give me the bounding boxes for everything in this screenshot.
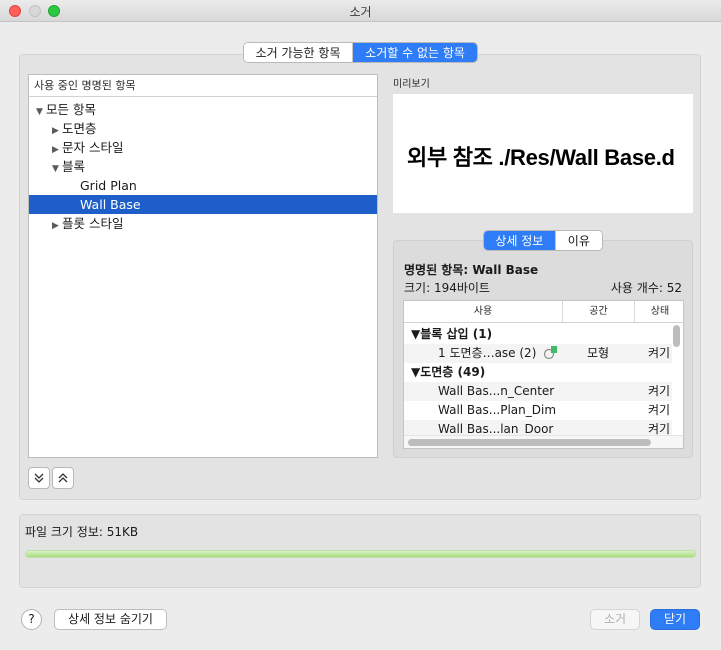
chevrons-up-icon bbox=[57, 473, 69, 487]
tab-purgeable-items[interactable]: 소거 가능한 항목 bbox=[244, 43, 354, 62]
column-header-state[interactable]: 상태 bbox=[635, 301, 683, 323]
tab-non-purgeable-items[interactable]: 소거할 수 없는 항목 bbox=[353, 43, 477, 62]
named-item-usage-count: 사용 개수: 52 bbox=[610, 281, 682, 295]
disclosure-collapsed-icon[interactable]: ▶ bbox=[52, 217, 62, 236]
column-header-space[interactable]: 공간 bbox=[563, 301, 635, 323]
vertical-scrollbar[interactable] bbox=[673, 325, 680, 347]
close-button[interactable]: 닫기 bbox=[650, 609, 700, 630]
tree-item-label: 플롯 스타일 bbox=[62, 216, 124, 231]
tree-item-grid-plan[interactable]: Grid Plan bbox=[29, 176, 377, 195]
usage-table: 사용 공간 상태 ▼블록 삽입 (1) 1 도면층…ase (2) 모형 켜기 … bbox=[403, 300, 684, 449]
row-usage: Wall Bas...Plan_Dim bbox=[438, 403, 557, 417]
tree-item-label: 도면층 bbox=[62, 121, 97, 136]
row-usage: 1 도면층…ase (2) bbox=[438, 346, 537, 360]
expand-all-button[interactable] bbox=[28, 467, 50, 489]
table-group-row[interactable]: ▼도면층 (49) bbox=[404, 363, 672, 382]
tree-item-all[interactable]: ▼ 모든 항목 bbox=[29, 100, 377, 119]
progress-fill bbox=[26, 551, 695, 557]
tree-item-label: Grid Plan bbox=[80, 178, 137, 193]
tree-item-text-styles[interactable]: ▶ 문자 스타일 bbox=[29, 138, 377, 157]
help-button[interactable]: ? bbox=[21, 609, 42, 630]
column-header-usage[interactable]: 사용 bbox=[404, 301, 563, 323]
tree-item-layers[interactable]: ▶ 도면층 bbox=[29, 119, 377, 138]
horizontal-scrollbar-track[interactable] bbox=[404, 435, 683, 448]
named-items-tree: 사용 중인 명명된 항목 ▼ 모든 항목 ▶ 도면층 ▶ 문자 스타일 ▼ 블록 Gri… bbox=[28, 74, 378, 458]
preview-label: 미리보기 bbox=[393, 79, 430, 90]
named-item-name: 명명된 항목: Wall Base bbox=[404, 263, 539, 277]
group-label: ▼도면층 (49) bbox=[411, 365, 486, 379]
tree-item-label: 블록 bbox=[62, 159, 86, 174]
horizontal-scrollbar-thumb[interactable] bbox=[408, 439, 651, 446]
table-row[interactable]: Wall Bas...n_Center 켜기 bbox=[404, 382, 672, 401]
tree-item-label: 문자 스타일 bbox=[62, 140, 124, 155]
preview-xref-text: 외부 참조 ./Res/Wall Base.d bbox=[407, 145, 675, 170]
tree-item-label: Wall Base bbox=[80, 197, 141, 212]
collapse-all-button[interactable] bbox=[52, 467, 74, 489]
table-group-row[interactable]: ▼블록 삽입 (1) bbox=[404, 325, 672, 344]
file-size-progress-bar bbox=[25, 550, 696, 558]
row-state: 켜기 bbox=[648, 346, 671, 360]
row-usage: Wall Bas...n_Center bbox=[438, 384, 555, 398]
tab-reason[interactable]: 이유 bbox=[554, 231, 602, 250]
tree-item-blocks[interactable]: ▼ 블록 bbox=[29, 157, 377, 176]
details-segmented-control: 상세 정보 이유 bbox=[483, 230, 603, 251]
purge-mode-segmented-control: 소거 가능한 항목 소거할 수 없는 항목 bbox=[243, 42, 478, 63]
title-bar: 소거 bbox=[0, 0, 721, 22]
chevrons-down-icon bbox=[33, 473, 45, 487]
tree-item-plot-styles[interactable]: ▶ 플롯 스타일 bbox=[29, 214, 377, 233]
purge-button[interactable]: 소거 bbox=[590, 609, 640, 630]
file-size-label: 파일 크기 정보: 51KB bbox=[25, 525, 139, 539]
group-label: ▼블록 삽입 (1) bbox=[411, 327, 493, 341]
row-space: 모형 bbox=[587, 346, 610, 360]
row-state: 켜기 bbox=[648, 403, 671, 417]
window-title: 소거 bbox=[349, 5, 372, 19]
tab-details[interactable]: 상세 정보 bbox=[484, 231, 555, 250]
table-row[interactable]: Wall Bas...Plan_Dim 켜기 bbox=[404, 401, 672, 420]
row-state: 켜기 bbox=[648, 384, 671, 398]
named-item-size: 크기: 194바이트 bbox=[404, 281, 490, 295]
tree-header: 사용 중인 명명된 항목 bbox=[29, 75, 377, 97]
tree-item-label: 모든 항목 bbox=[46, 102, 96, 117]
table-row[interactable]: 1 도면층…ase (2) 모형 켜기 bbox=[404, 344, 672, 363]
preview-canvas: 외부 참조 ./Res/Wall Base.d bbox=[393, 94, 693, 213]
tree-item-wall-base[interactable]: Wall Base bbox=[29, 195, 377, 214]
hide-details-button[interactable]: 상세 정보 숨기기 bbox=[54, 609, 167, 630]
